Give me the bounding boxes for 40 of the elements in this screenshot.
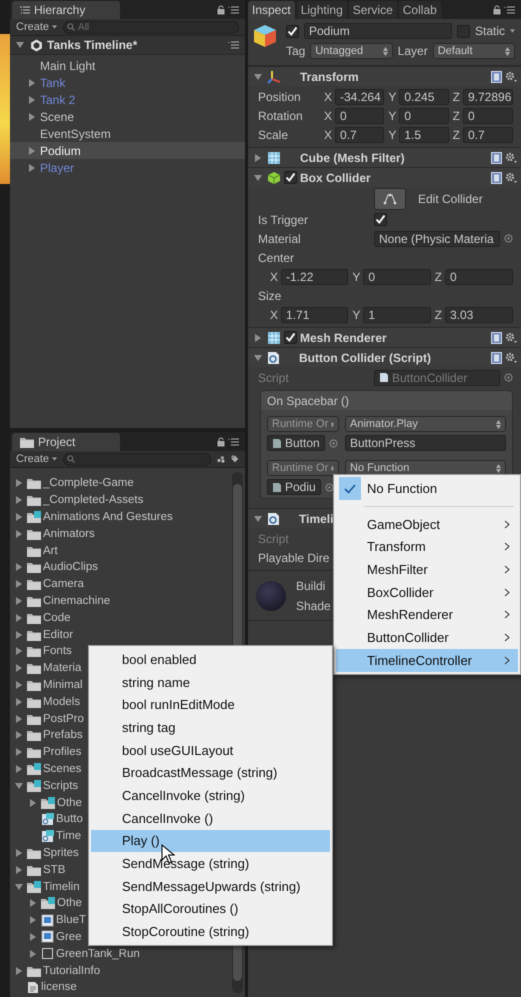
axis-label: Y bbox=[388, 90, 396, 104]
property-label: Script bbox=[258, 370, 290, 384]
property-label: Rotation bbox=[258, 108, 304, 122]
tag-label: Tag bbox=[286, 44, 306, 58]
property-label: Playable Dire bbox=[258, 550, 330, 564]
property-label: Script bbox=[258, 532, 290, 546]
property-label: Scale bbox=[258, 128, 290, 142]
axis-label: Z bbox=[434, 270, 442, 284]
axis-label: Z bbox=[434, 308, 442, 322]
axis-label: X bbox=[324, 128, 332, 142]
axis-label: X bbox=[324, 90, 332, 104]
component-title: Button Collider (Script) bbox=[299, 350, 431, 364]
property-label: Center bbox=[258, 250, 296, 264]
component-title: Box Collider bbox=[300, 170, 371, 184]
property-label: Position bbox=[258, 90, 302, 104]
shader-label: Shade bbox=[296, 598, 331, 612]
scene-title: Tanks Timeline* bbox=[47, 38, 138, 52]
axis-label: X bbox=[324, 108, 332, 122]
axis-label: Y bbox=[352, 308, 360, 322]
axis-label: X bbox=[270, 270, 278, 284]
property-label: Size bbox=[258, 288, 282, 302]
static-label: Static bbox=[474, 24, 505, 38]
component-title: Timeli bbox=[299, 512, 334, 526]
material-name: Buildi bbox=[296, 578, 326, 592]
script-field: ButtonCollider bbox=[374, 370, 500, 386]
axis-label: Z bbox=[452, 90, 460, 104]
axis-label: Y bbox=[352, 270, 360, 284]
property-label: Material bbox=[258, 232, 302, 246]
axis-label: Z bbox=[452, 108, 460, 122]
layer-label: Layer bbox=[398, 44, 428, 58]
axis-label: Y bbox=[388, 108, 396, 122]
component-title: Transform bbox=[300, 70, 359, 84]
property-label: Is Trigger bbox=[258, 212, 310, 226]
event-title: On Spacebar () bbox=[261, 391, 512, 410]
component-title: Cube (Mesh Filter) bbox=[300, 150, 405, 164]
axis-label: X bbox=[270, 308, 278, 322]
button-label: Edit Collider bbox=[418, 192, 484, 206]
axis-label: Y bbox=[388, 128, 396, 142]
component-title: Mesh Renderer bbox=[300, 330, 387, 344]
axis-label: Z bbox=[452, 128, 460, 142]
